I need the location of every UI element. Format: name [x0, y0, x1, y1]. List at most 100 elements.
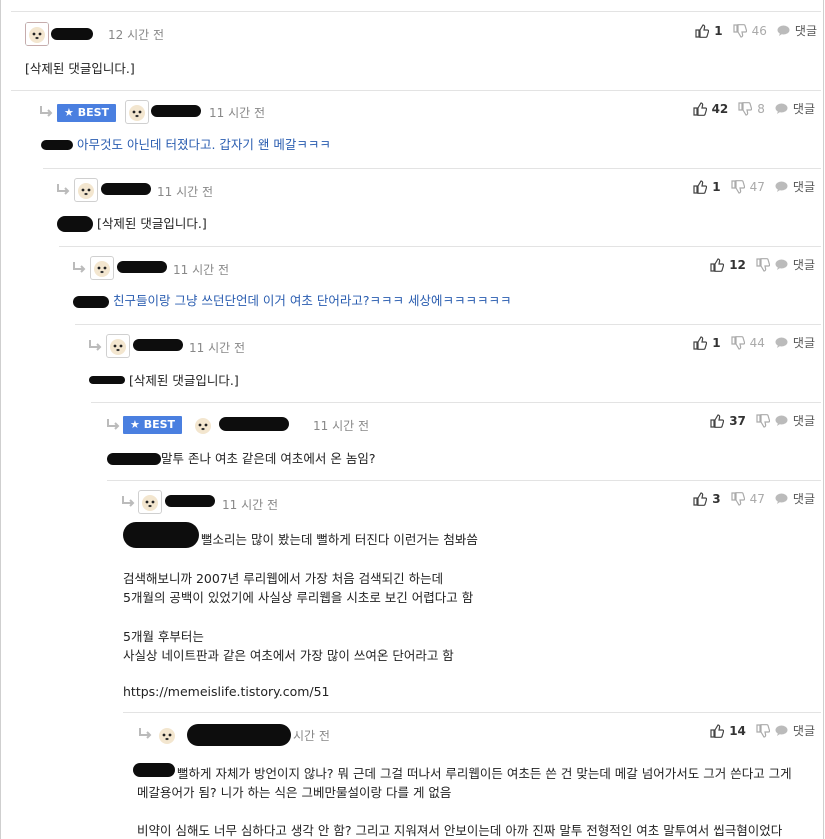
thumbs-down-icon[interactable]	[731, 335, 745, 350]
thumbs-up-icon[interactable]	[693, 491, 708, 506]
divider	[59, 246, 821, 247]
comment-body-line: 뻘하게 자체가 방언이지 않나? 뭐 근데 그걸 떠나서 루리웹이든 여초든 쓴…	[177, 766, 792, 781]
reply-arrow-icon	[107, 419, 120, 430]
downvote-count: 44	[749, 335, 765, 350]
reply-button[interactable]: 댓글	[793, 178, 815, 195]
divider	[11, 11, 821, 12]
avatar[interactable]	[191, 413, 215, 437]
speech-bubble-icon[interactable]	[775, 181, 788, 193]
username-redacted	[51, 28, 93, 40]
comment-time: 11 시간 전	[173, 263, 230, 277]
divider	[75, 324, 821, 325]
username-redacted	[165, 495, 215, 507]
mention-redacted	[73, 296, 109, 308]
comment-actions: 42 8 댓글	[692, 100, 815, 117]
comment-body-line: 뻘소리는 많이 봤는데 뻘하게 터진다 이런거는 첨봐씀	[201, 532, 478, 547]
comment-body-line: 검색해보니까 2007년 루리웹에서 가장 처음 검색되긴 하는데	[123, 571, 444, 586]
mention-redacted	[41, 140, 73, 150]
comment-body-line: 비약이 심해도 너무 심하다고 생각 안 함? 그리고 지워져서 안보이는데 아…	[137, 823, 783, 838]
thumbs-up-icon[interactable]	[710, 723, 725, 738]
speech-bubble-icon[interactable]	[775, 725, 788, 737]
comment-time: 11 시간 전	[222, 498, 279, 512]
reply-button[interactable]: 댓글	[793, 334, 815, 351]
avatar[interactable]	[106, 334, 130, 358]
comment-actions: 1 47 댓글	[693, 178, 815, 195]
comment-actions: 14 댓글	[710, 722, 815, 739]
comment-link[interactable]: https://memeislife.tistory.com/51	[123, 684, 330, 699]
reply-button[interactable]: 댓글	[793, 100, 815, 117]
upvote-count: 42	[711, 101, 729, 116]
comment: 11 시간 전 3 47 댓글 뻘소리는 많이 봤는데 뻘하게 터진다 이런거는…	[107, 480, 821, 712]
speech-bubble-icon[interactable]	[775, 259, 788, 271]
avatar[interactable]	[25, 22, 49, 46]
comment-actions: 1 46 댓글	[695, 22, 817, 39]
thumbs-down-icon[interactable]	[738, 101, 753, 116]
downvote-count: 47	[749, 179, 765, 194]
mention-redacted	[57, 216, 93, 232]
speech-bubble-icon[interactable]	[775, 337, 788, 349]
username-redacted	[133, 339, 183, 351]
divider	[107, 480, 821, 481]
thumbs-up-icon[interactable]	[692, 101, 707, 116]
reply-button[interactable]: 댓글	[793, 256, 815, 273]
upvote-count: 37	[729, 413, 746, 428]
thumbs-down-icon[interactable]	[731, 179, 745, 194]
reply-arrow-icon	[89, 340, 102, 351]
reply-arrow-icon	[40, 106, 53, 117]
reply-button[interactable]: 댓글	[793, 490, 815, 507]
thumbs-up-icon[interactable]	[695, 23, 710, 38]
downvote-count: 8	[757, 101, 765, 116]
comment: 시간 전 14 댓글 뻘하게 자체가 방언이지 않나? 뭐 근데 그걸 떠나서 …	[123, 712, 821, 839]
best-badge: ★ BEST	[57, 104, 117, 122]
thumbs-up-icon[interactable]	[693, 179, 708, 194]
comment-actions: 3 47 댓글	[693, 490, 815, 507]
comment-body: 아무것도 아닌데 터졌다고. 갑자기 왠 메갈ㅋㅋㅋ	[77, 137, 331, 152]
username-redacted	[151, 105, 201, 117]
comment-body-line: 5개월 후부터는	[123, 629, 204, 644]
thumbs-up-icon[interactable]	[710, 257, 725, 272]
reply-button[interactable]: 댓글	[793, 412, 815, 429]
mention-redacted	[89, 376, 125, 384]
mention-redacted	[133, 763, 175, 777]
avatar[interactable]	[125, 100, 149, 124]
mention-redacted	[123, 522, 199, 548]
upvote-count: 12	[729, 257, 746, 272]
comment-time: 11 시간 전	[157, 185, 214, 199]
reply-button[interactable]: 댓글	[795, 22, 817, 39]
thumbs-down-icon[interactable]	[756, 723, 770, 738]
avatar[interactable]	[138, 490, 162, 514]
comment-body: 말투 존나 여초 같은데 여초에서 온 놈임?	[161, 451, 376, 466]
speech-bubble-icon[interactable]	[777, 25, 790, 37]
divider	[91, 402, 821, 403]
speech-bubble-icon[interactable]	[775, 493, 788, 505]
comment: ★ BEST 11 시간 전 42 8 댓글 아무것도 아닌데 터졌다고. 갑자…	[11, 90, 821, 170]
avatar[interactable]	[90, 256, 114, 280]
avatar[interactable]	[74, 178, 98, 202]
comment: ★ BEST 11 시간 전 37 댓글 말투 존나 여초 같은데 여초에서 온…	[91, 402, 821, 480]
upvote-count: 1	[712, 179, 721, 194]
avatar[interactable]	[155, 723, 179, 747]
comment-actions: 37 댓글	[710, 412, 815, 429]
username-redacted	[219, 417, 289, 431]
comment-body-line: 메갈용어가 됨? 니가 하는 식은 그베만물설이랑 다를 게 없음	[137, 785, 452, 800]
comment: 11 시간 전 1 47 댓글 [삭제된 댓글입니다.]	[43, 168, 821, 246]
comment-actions: 12 댓글	[710, 256, 815, 273]
thumbs-up-icon[interactable]	[693, 335, 708, 350]
comment-time: 11 시간 전	[313, 419, 370, 433]
thumbs-down-icon[interactable]	[756, 413, 770, 428]
thumbs-up-icon[interactable]	[710, 413, 725, 428]
comment-body: [삭제된 댓글입니다.]	[97, 216, 207, 231]
comment: 11 시간 전 12 댓글 친구들이랑 그냥 쓰던단언데 이거 여초 단어라고?…	[59, 246, 821, 324]
downvote-count: 47	[749, 491, 765, 506]
reply-button[interactable]: 댓글	[793, 722, 815, 739]
upvote-count: 3	[712, 491, 721, 506]
comment-body-line: 5개월의 공백이 있었기에 사실상 루리웹을 시초로 보긴 어렵다고 함	[123, 590, 474, 605]
mention-redacted	[107, 453, 161, 465]
username-redacted	[187, 724, 291, 746]
thumbs-down-icon[interactable]	[733, 23, 747, 38]
speech-bubble-icon[interactable]	[775, 103, 788, 115]
speech-bubble-icon[interactable]	[775, 415, 788, 427]
thumbs-down-icon[interactable]	[731, 491, 745, 506]
thumbs-down-icon[interactable]	[756, 257, 770, 272]
username-redacted	[117, 261, 167, 273]
